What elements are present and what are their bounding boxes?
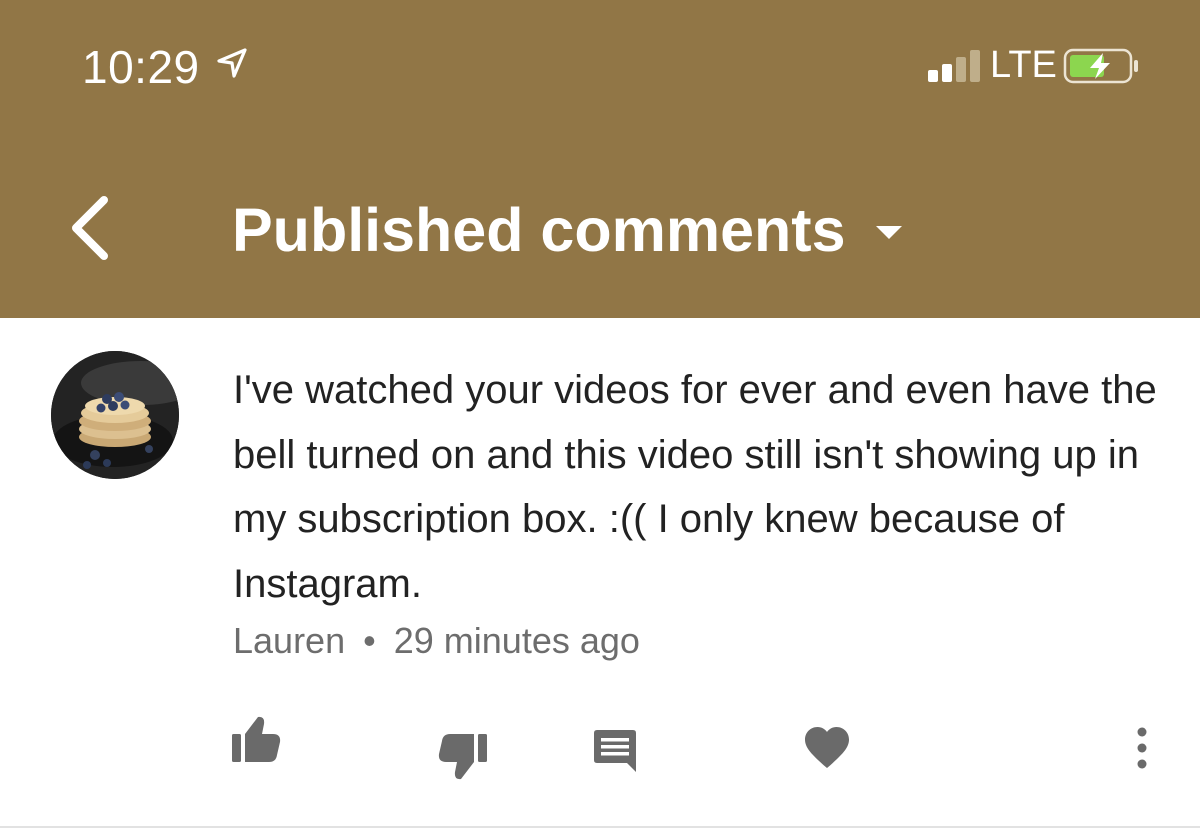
thumbs-down-icon <box>438 734 487 780</box>
like-button[interactable] <box>230 714 282 769</box>
avatar[interactable] <box>51 351 179 479</box>
comment-text: I've watched your videos for ever and ev… <box>233 368 1157 606</box>
comment-time: 29 minutes ago <box>393 620 640 661</box>
reply-icon <box>594 730 636 772</box>
thumbs-up-icon <box>232 716 281 762</box>
divider <box>0 826 1200 828</box>
signal-icon <box>928 50 980 82</box>
dislike-button[interactable] <box>437 732 489 787</box>
heart-icon <box>805 727 849 768</box>
reply-button[interactable] <box>592 728 638 779</box>
meta-separator: • <box>363 620 376 661</box>
page-title: Published comments <box>232 196 846 264</box>
comments-filter-dropdown[interactable]: Published comments <box>232 192 902 268</box>
back-button[interactable] <box>62 190 122 270</box>
caret-down-icon <box>875 226 902 239</box>
more-options-button[interactable] <box>1128 726 1156 775</box>
more-icon <box>1137 727 1147 769</box>
location-arrow-icon <box>217 48 247 78</box>
pancakes-image <box>51 351 179 479</box>
network-type: LTE <box>990 44 1057 86</box>
status-time: 10:29 <box>82 41 200 93</box>
app-header: 10:29 LTE Published comments <box>0 0 1200 318</box>
chevron-left-icon <box>72 196 108 260</box>
comment-author[interactable]: Lauren <box>233 620 345 661</box>
heart-button[interactable] <box>804 726 850 775</box>
battery-charging-icon <box>1063 48 1138 84</box>
comment-meta: Lauren • 29 minutes ago <box>233 620 640 662</box>
